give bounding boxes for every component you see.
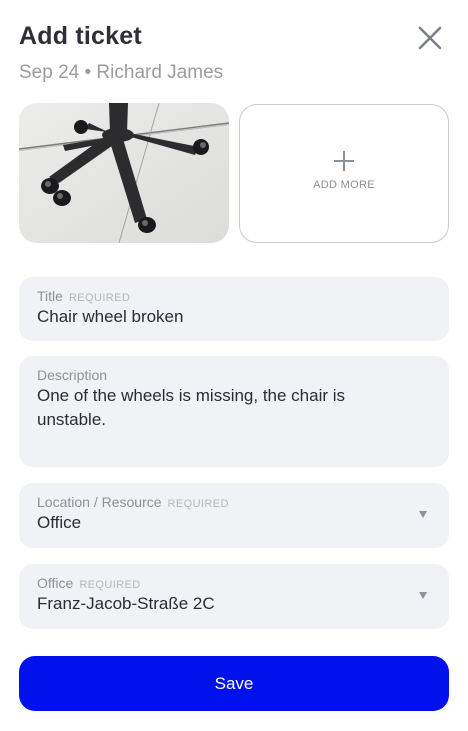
- plus-icon: [334, 151, 354, 171]
- title-field[interactable]: Title REQUIRED Chair wheel broken: [19, 277, 449, 341]
- description-textarea[interactable]: One of the wheels is missing, the chair …: [37, 384, 409, 432]
- required-tag: REQUIRED: [79, 579, 141, 591]
- location-selected-value: Office: [37, 513, 82, 532]
- office-selected-value: Franz-Jacob-Straße 2C: [37, 594, 215, 613]
- attachment-photo[interactable]: [19, 103, 229, 243]
- add-more-label: ADD MORE: [313, 179, 375, 191]
- add-more-attachment-button[interactable]: ADD MORE: [239, 104, 449, 243]
- close-icon: [418, 26, 442, 50]
- caret-down-icon: [419, 592, 427, 599]
- office-field-label: Office REQUIRED: [37, 575, 141, 591]
- title-input[interactable]: Chair wheel broken: [37, 305, 409, 329]
- required-tag: REQUIRED: [68, 292, 131, 304]
- ticket-meta: Sep 24 • Richard James: [19, 62, 224, 83]
- title-field-label: Title REQUIRED: [37, 288, 131, 304]
- required-tag: REQUIRED: [167, 498, 229, 510]
- close-button[interactable]: [416, 24, 444, 52]
- description-field-label: Description: [37, 367, 108, 383]
- save-button[interactable]: Save: [19, 656, 449, 711]
- office-select[interactable]: Office REQUIRED Franz-Jacob-Straße 2C: [19, 564, 449, 629]
- description-field[interactable]: Description One of the wheels is missing…: [19, 356, 449, 467]
- location-field-label: Location / Resource REQUIRED: [37, 494, 229, 510]
- dialog-header: Add ticket: [19, 22, 449, 51]
- caret-down-icon: [419, 511, 427, 518]
- location-resource-select[interactable]: Location / Resource REQUIRED Office: [19, 483, 449, 548]
- page-title: Add ticket: [19, 22, 142, 50]
- chair-base-photo: [19, 103, 229, 243]
